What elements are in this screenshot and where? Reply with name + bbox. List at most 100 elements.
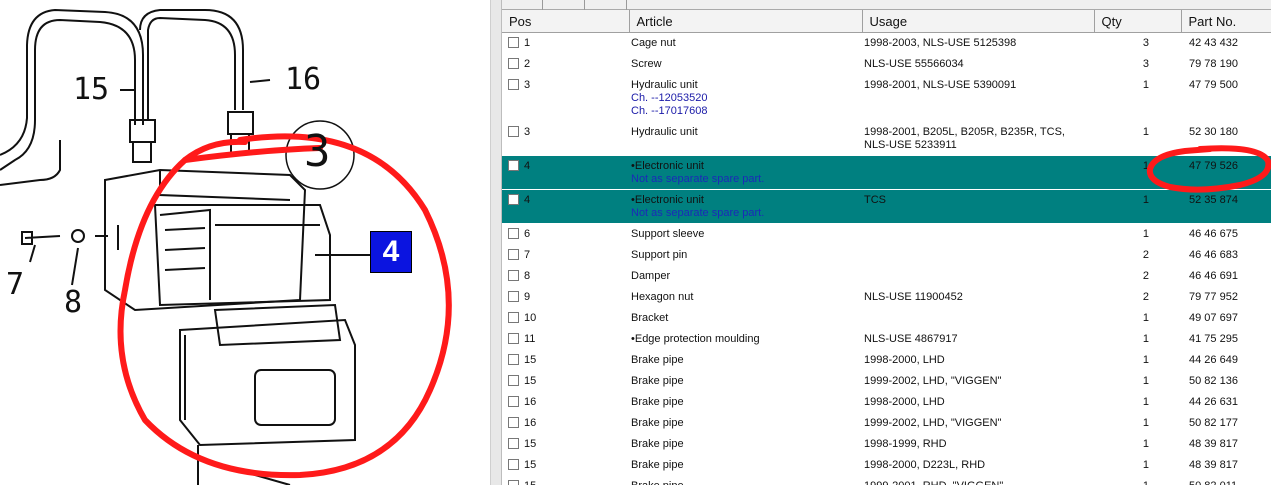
row-checkbox[interactable] — [508, 417, 519, 428]
cell-part-no: 44 26 649 — [1189, 354, 1238, 366]
cell-part-no: 46 46 675 — [1189, 228, 1238, 240]
row-checkbox[interactable] — [508, 228, 519, 239]
row-checkbox[interactable] — [508, 354, 519, 365]
callout-7: 7 — [6, 267, 25, 302]
callout-8: 8 — [64, 285, 83, 320]
tab-stub[interactable] — [626, 0, 627, 10]
cell-pos: 4 — [502, 189, 629, 224]
cell-pos: 2 — [502, 54, 629, 75]
table-row[interactable]: 1 Cage nut 1998-2003, NLS-USE 5125398 3 42 4… — [502, 33, 1271, 54]
top-tab-strip — [502, 0, 1271, 10]
article-value: •Edge protection moulding — [631, 333, 760, 345]
table-row[interactable]: 8 Damper 2 46 46 691 — [502, 266, 1271, 287]
cell-part-no: 47 79 500 — [1189, 79, 1238, 91]
cell-part-no: 42 43 432 — [1189, 37, 1238, 49]
cell-pos: 15 — [502, 476, 629, 485]
row-checkbox[interactable] — [508, 270, 519, 281]
table-row[interactable]: 4 •Electronic unit Not as separate spare p… — [502, 189, 1271, 224]
cell-article: Brake pipe — [629, 434, 862, 455]
cell-usage: 1999-2002, LHD, "VIGGEN" — [862, 371, 1094, 392]
row-checkbox[interactable] — [508, 37, 519, 48]
parts-table: Pos Article Usage Qty Part No. 1 Cage nut… — [502, 10, 1271, 485]
column-header-article[interactable]: Article — [629, 10, 863, 33]
table-row[interactable]: 16 Brake pipe 1999-2002, LHD, "VIGGEN" 1 50 … — [502, 413, 1271, 434]
tab-stub[interactable] — [584, 0, 585, 10]
row-checkbox[interactable] — [508, 375, 519, 386]
row-checkbox[interactable] — [508, 126, 519, 137]
cell-usage: 1998-2000, LHD — [862, 392, 1094, 413]
cell-article: •Electronic unit Not as separate spare pa… — [629, 155, 862, 190]
article-value: Cage nut — [631, 37, 676, 49]
cell-qty: 1 — [1142, 375, 1149, 387]
cell-qty: 1 — [1142, 228, 1149, 240]
row-checkbox[interactable] — [508, 396, 519, 407]
row-checkbox[interactable] — [508, 291, 519, 302]
table-row[interactable]: 15 Brake pipe 1998-2000, LHD 1 44 26 649 — [502, 350, 1271, 371]
cell-usage — [862, 266, 1094, 287]
table-row[interactable]: 6 Support sleeve 1 46 46 675 — [502, 224, 1271, 245]
pos-value: 15 — [524, 354, 537, 366]
cell-usage: 1998-2001, NLS-USE 5390091 — [862, 75, 1094, 122]
cell-usage — [862, 155, 1094, 190]
table-row[interactable]: 7 Support pin 2 46 46 683 — [502, 245, 1271, 266]
cell-pos: 15 — [502, 455, 629, 476]
table-row[interactable]: 4 •Electronic unit Not as separate spare p… — [502, 155, 1271, 190]
column-header-qty[interactable]: Qty — [1094, 10, 1182, 33]
cell-article: Brake pipe — [629, 371, 862, 392]
cell-qty: 1 — [1094, 476, 1181, 485]
row-checkbox[interactable] — [508, 58, 519, 69]
row-checkbox[interactable] — [508, 333, 519, 344]
pos-value: 15 — [524, 438, 537, 450]
cell-part-no: 50 82 136 — [1189, 375, 1238, 387]
table-row[interactable]: 11 •Edge protection moulding NLS-USE 48679… — [502, 329, 1271, 350]
row-checkbox[interactable] — [508, 249, 519, 260]
callout-16: 16 — [285, 62, 322, 97]
cell-usage — [862, 245, 1094, 266]
article-note: Not as separate spare part. — [631, 173, 765, 185]
cell-usage: TCS — [862, 189, 1094, 224]
article-value: •Electronic unit — [631, 194, 704, 206]
row-checkbox[interactable] — [508, 480, 519, 485]
table-row[interactable]: 15 Brake pipe 1998-1999, RHD 1 48 39 817 — [502, 434, 1271, 455]
table-row[interactable]: 15 Brake pipe 1998-2000, D223L, RHD 1 48 39 … — [502, 455, 1271, 476]
cell-qty: 1 — [1142, 354, 1149, 366]
table-row[interactable]: 3 Hydraulic unit Ch. --12053520 Ch. --17017… — [502, 75, 1271, 122]
row-checkbox[interactable] — [508, 438, 519, 449]
usage-value: 1999-2001, RHD, "VIGGEN" — [864, 480, 1092, 485]
row-checkbox[interactable] — [508, 160, 519, 171]
pane-splitter[interactable] — [490, 0, 502, 485]
cell-part-no: 79 78 190 — [1189, 58, 1238, 70]
table-row[interactable]: 2 Screw NLS-USE 55566034 3 79 78 190 — [502, 54, 1271, 75]
table-row[interactable]: 15 Brake pipe 1999-2002, LHD, "VIGGEN" 1 50 … — [502, 371, 1271, 392]
table-row[interactable]: 3 Hydraulic unit 1998-2001, B205L, B205R, … — [502, 122, 1271, 156]
pos-value: 3 — [524, 79, 531, 91]
cell-usage: NLS-USE 4867917 — [862, 329, 1094, 350]
column-header-pos[interactable]: Pos — [502, 10, 630, 33]
cell-pos: 15 — [502, 371, 629, 392]
article-value: Bracket — [631, 312, 669, 324]
cell-pos: 11 — [502, 329, 629, 350]
cell-pos: 7 — [502, 245, 629, 266]
article-note: Ch. --17017608 — [631, 105, 708, 117]
table-row[interactable]: 10 Bracket 1 49 07 697 — [502, 308, 1271, 329]
cell-usage: 1998-2000, LHD — [862, 350, 1094, 371]
usage-value: 1999-2002, LHD, "VIGGEN" — [864, 417, 1002, 429]
parts-diagram: 15 16 3 7 8 4 — [0, 0, 490, 485]
column-header-usage[interactable]: Usage — [862, 10, 1095, 33]
row-checkbox[interactable] — [508, 79, 519, 90]
callout-15: 15 — [73, 72, 110, 107]
row-checkbox[interactable] — [508, 194, 519, 205]
article-value: Support pin — [631, 249, 688, 261]
cell-usage: NLS-USE 55566034 — [862, 54, 1094, 75]
cell-article: Bracket — [629, 308, 862, 329]
tab-stub[interactable] — [542, 0, 543, 10]
usage-value: 1998-2001, B205L, B205R, B235R, TCS, — [864, 126, 1065, 138]
cell-article: Support pin — [629, 245, 862, 266]
table-row[interactable]: 9 Hexagon nut NLS-USE 11900452 2 79 77 952 — [502, 287, 1271, 308]
column-header-part-no[interactable]: Part No. — [1181, 10, 1271, 33]
cell-article: Hydraulic unit — [629, 122, 862, 156]
row-checkbox[interactable] — [508, 312, 519, 323]
table-row[interactable]: 16 Brake pipe 1998-2000, LHD 1 44 26 631 — [502, 392, 1271, 413]
row-checkbox[interactable] — [508, 459, 519, 470]
table-row[interactable]: 15 Brake pipe 1999-2001, RHD, "VIGGEN"150 … — [502, 476, 1271, 485]
